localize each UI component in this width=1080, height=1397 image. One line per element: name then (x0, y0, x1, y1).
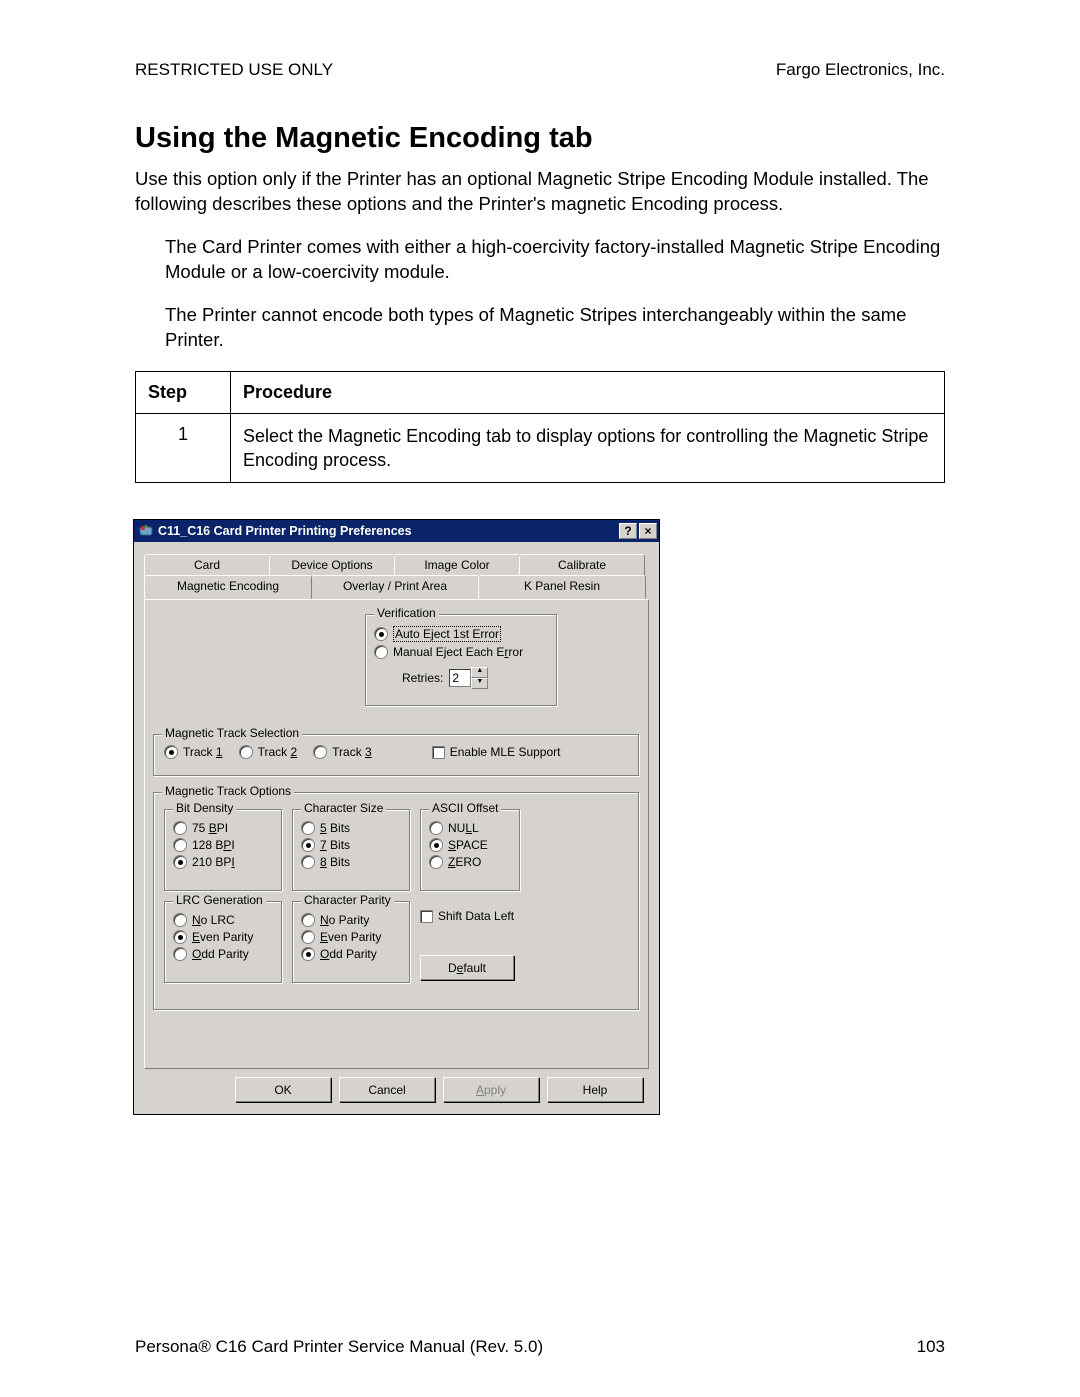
retries-label: Retries: (402, 671, 443, 685)
default-button[interactable]: Default (420, 955, 514, 980)
titlebar: C11_C16 Card Printer Printing Preference… (134, 520, 659, 542)
verification-legend: Verification (374, 606, 439, 620)
tab-card[interactable]: Card (144, 554, 270, 576)
radio-zero[interactable]: ZERO (429, 855, 511, 869)
tab-strip: Card Device Options Image Color Calibrat… (144, 554, 649, 600)
dialog-title: C11_C16 Card Printer Printing Preference… (158, 524, 619, 538)
page-title: Using the Magnetic Encoding tab (135, 122, 945, 155)
col-procedure: Procedure (231, 371, 945, 413)
retries-spinner[interactable]: ▲ ▼ (449, 667, 488, 689)
radio-parity-odd[interactable]: Odd Parity (301, 947, 401, 961)
radio-no-parity[interactable]: No Parity (301, 913, 401, 927)
bullet-2: The Printer cannot encode both types of … (165, 303, 945, 353)
bullet-1: The Card Printer comes with either a hig… (165, 235, 945, 285)
track-options-group: Magnetic Track Options Bit Density 75 BP… (153, 792, 639, 1010)
close-button[interactable]: × (639, 523, 657, 539)
radio-8-bits[interactable]: 8 Bits (301, 855, 401, 869)
char-parity-group: Character Parity No Parity Even Parity O… (292, 901, 410, 983)
procedure-table: Step Procedure 1 Select the Magnetic Enc… (135, 371, 945, 484)
retries-input[interactable] (449, 669, 471, 687)
track-options-legend: Magnetic Track Options (162, 784, 294, 798)
radio-lrc-odd[interactable]: Odd Parity (173, 947, 273, 961)
radio-128-bpi[interactable]: 128 BPI (173, 838, 273, 852)
lrc-group: LRC Generation No LRC Even Parity Odd Pa… (164, 901, 282, 983)
cancel-button[interactable]: Cancel (339, 1077, 435, 1102)
tab-device-options[interactable]: Device Options (269, 554, 395, 576)
bit-density-group: Bit Density 75 BPI 128 BPI 210 BPI (164, 809, 282, 891)
check-mle-support[interactable]: Enable MLE Support (432, 745, 561, 759)
char-size-group: Character Size 5 Bits 7 Bits 8 Bits (292, 809, 410, 891)
check-shift-data-left[interactable]: Shift Data Left (420, 909, 514, 923)
tab-magnetic-encoding[interactable]: Magnetic Encoding (144, 575, 312, 599)
radio-space[interactable]: SPACE (429, 838, 511, 852)
ascii-offset-group: ASCII Offset NULL SPACE ZERO (420, 809, 520, 891)
footer-left: Persona® C16 Card Printer Service Manual… (135, 1337, 543, 1357)
ok-button[interactable]: OK (235, 1077, 331, 1102)
help-button-bottom[interactable]: Help (547, 1077, 643, 1102)
apply-button[interactable]: Apply (443, 1077, 539, 1102)
radio-track-2[interactable]: Track 2 (239, 745, 298, 759)
radio-7-bits[interactable]: 7 Bits (301, 838, 401, 852)
radio-210-bpi[interactable]: 210 BPI (173, 855, 273, 869)
tab-k-panel-resin[interactable]: K Panel Resin (478, 575, 646, 599)
radio-track-1[interactable]: Track 1 (164, 745, 223, 759)
radio-null[interactable]: NULL (429, 821, 511, 835)
tab-image-color[interactable]: Image Color (394, 554, 520, 576)
step-number: 1 (136, 413, 231, 483)
step-procedure: Select the Magnetic Encoding tab to disp… (231, 413, 945, 483)
track-selection-legend: Magnetic Track Selection (162, 726, 302, 740)
header-left: RESTRICTED USE ONLY (135, 60, 333, 80)
intro-text: Use this option only if the Printer has … (135, 167, 945, 217)
radio-5-bits[interactable]: 5 Bits (301, 821, 401, 835)
tab-overlay-print-area[interactable]: Overlay / Print Area (311, 575, 479, 599)
spin-up-icon[interactable]: ▲ (471, 667, 488, 678)
radio-parity-even[interactable]: Even Parity (301, 930, 401, 944)
preferences-dialog: C11_C16 Card Printer Printing Preference… (133, 519, 660, 1115)
radio-lrc-even[interactable]: Even Parity (173, 930, 273, 944)
radio-track-3[interactable]: Track 3 (313, 745, 372, 759)
help-button[interactable]: ? (619, 523, 637, 539)
verification-group: Verification Auto Eject 1st Error Manual… (365, 614, 557, 706)
radio-manual-eject[interactable]: Manual Eject Each Error (374, 645, 548, 659)
radio-75-bpi[interactable]: 75 BPI (173, 821, 273, 835)
radio-no-lrc[interactable]: No LRC (173, 913, 273, 927)
header-right: Fargo Electronics, Inc. (776, 60, 945, 80)
app-icon (138, 523, 154, 539)
tab-calibrate[interactable]: Calibrate (519, 554, 645, 576)
radio-auto-eject[interactable]: Auto Eject 1st Error (374, 626, 548, 642)
track-selection-group: Magnetic Track Selection Track 1 Track 2… (153, 734, 639, 776)
footer-page-number: 103 (917, 1337, 945, 1357)
spin-down-icon[interactable]: ▼ (471, 678, 488, 689)
tab-panel: Verification Auto Eject 1st Error Manual… (144, 599, 649, 1069)
col-step: Step (136, 371, 231, 413)
